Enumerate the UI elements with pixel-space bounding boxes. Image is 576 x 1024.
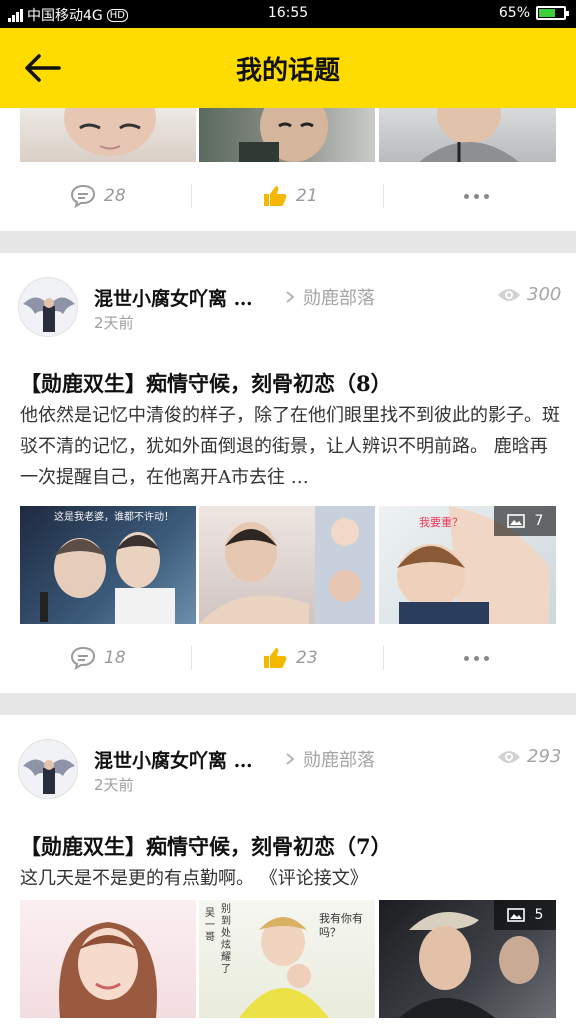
post-photo[interactable] <box>199 108 375 162</box>
post-title[interactable]: 【勋鹿双生】痴情守候，刻骨初恋（7） <box>20 831 392 861</box>
page-title: 我的话题 <box>235 56 340 86</box>
photo-image <box>40 532 175 624</box>
tribe-link[interactable]: 勋鹿部落 <box>285 746 375 772</box>
comment-count: 28 <box>104 186 126 206</box>
author-name[interactable]: 混世小腐女吖离 … <box>94 284 253 311</box>
clock: 16:55 <box>267 5 309 21</box>
photo-caption: 吴一哥 <box>205 908 215 943</box>
photo-caption: 我要重？ <box>419 516 463 529</box>
like-button[interactable]: 23 <box>262 646 318 670</box>
photo-image <box>64 108 156 156</box>
views-value: 293 <box>527 746 562 767</box>
views-value: 300 <box>527 284 562 305</box>
image-count: 5 <box>534 907 544 923</box>
image-icon <box>506 908 525 922</box>
like-count: 21 <box>296 186 318 206</box>
author-name[interactable]: 混世小腐女吖离 … <box>94 746 253 773</box>
comment-icon <box>70 646 96 670</box>
post-date: 2天前 <box>94 314 134 332</box>
image-count-badge: 5 <box>494 900 556 930</box>
image-count-badge: 7 <box>494 506 556 536</box>
post-photo[interactable]: 这是我老婆，谁都不许动！ <box>20 506 196 624</box>
thumbs-up-icon <box>264 648 287 668</box>
comment-count: 18 <box>104 648 126 668</box>
post-excerpt[interactable]: 这几天是不是更的有点勤啊。 《评论接文》 <box>20 863 560 894</box>
photo-image <box>59 922 157 1018</box>
eye-icon <box>498 288 520 301</box>
post-photo[interactable] <box>379 108 556 162</box>
avatar[interactable] <box>18 277 78 337</box>
photo-image <box>199 506 375 624</box>
chevron-right-icon <box>286 291 295 303</box>
post-photo[interactable] <box>20 900 196 1018</box>
divider <box>383 646 384 670</box>
thumbs-up-icon <box>264 186 287 206</box>
section-separator <box>0 693 576 715</box>
comment-icon <box>70 184 96 208</box>
comment-button[interactable]: 28 <box>70 184 126 208</box>
image-icon <box>506 514 525 528</box>
top-bar: 我的话题 <box>0 28 576 108</box>
avatar-image <box>23 759 75 794</box>
post-photo[interactable]: 5 <box>379 900 556 1018</box>
photo-image <box>239 108 328 162</box>
photo-caption: 别到处炫耀了 <box>221 904 231 975</box>
section-separator <box>0 231 576 253</box>
divider <box>191 184 192 208</box>
chevron-right-icon <box>286 753 295 765</box>
post-title[interactable]: 【勋鹿双生】痴情守候，刻骨初恋（8） <box>20 368 392 398</box>
tribe-name: 勋鹿部落 <box>303 288 375 309</box>
photo-caption: 这是我老婆，谁都不许动！ <box>54 512 174 523</box>
post-photo[interactable]: 我要重？ 7 <box>379 506 556 624</box>
battery-icon <box>536 6 569 20</box>
photo-caption: 我有你有吗？ <box>319 912 363 939</box>
status-bar: 中国移动4G HD 16:55 65% <box>0 0 576 28</box>
post-date: 2天前 <box>94 776 134 794</box>
more-options-button[interactable] <box>464 194 489 199</box>
comment-button[interactable]: 18 <box>70 646 126 670</box>
battery-percent: 65% <box>498 5 530 21</box>
like-count: 23 <box>296 648 318 668</box>
divider <box>383 184 384 208</box>
avatar[interactable] <box>18 739 78 799</box>
more-options-button[interactable] <box>464 656 489 661</box>
avatar-image <box>23 297 75 332</box>
view-count: 293 <box>497 746 561 767</box>
tribe-link[interactable]: 勋鹿部落 <box>285 284 375 310</box>
post-photo[interactable] <box>199 506 375 624</box>
post-excerpt[interactable]: 他依然是记忆中清俊的样子，除了在他们眼里找不到彼此的影子。斑驳不清的记忆，犹如外… <box>20 400 560 493</box>
eye-icon <box>498 750 520 763</box>
divider <box>191 646 192 670</box>
image-count: 7 <box>534 513 544 529</box>
like-button[interactable]: 21 <box>262 184 318 208</box>
photo-image <box>419 108 519 162</box>
post-photo[interactable]: 吴一哥 别到处炫耀了 我有你有吗？ <box>199 900 375 1018</box>
tribe-name: 勋鹿部落 <box>303 750 375 771</box>
view-count: 300 <box>497 284 561 305</box>
post-photo[interactable] <box>20 108 196 162</box>
